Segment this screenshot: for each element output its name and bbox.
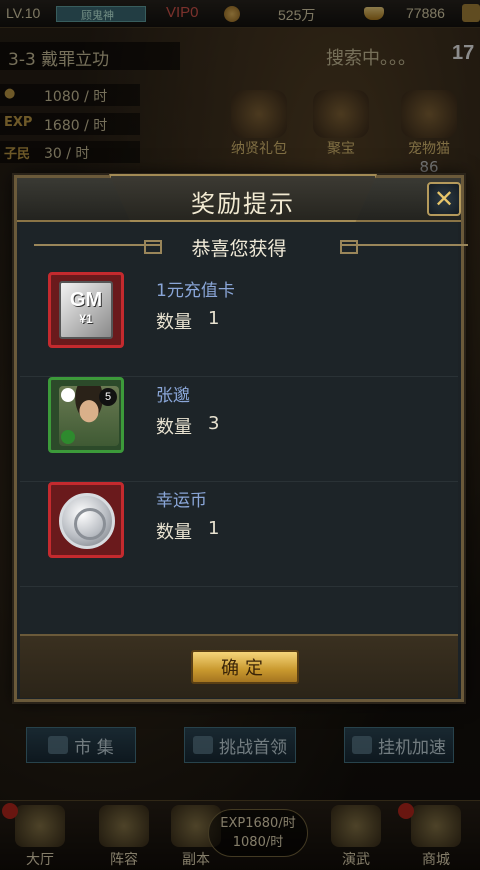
reward-name: 1元充值卡 (156, 281, 235, 301)
card-value: ¥1 (79, 312, 93, 326)
hero-star-count: 5 (99, 388, 117, 406)
header-ornament-right (340, 240, 468, 258)
reward-item: 5 张邈 数量 3 (20, 377, 458, 482)
reward-item: GM ¥1 1元充值卡 数量 1 (20, 272, 458, 377)
faction-icon (61, 430, 75, 444)
dialog-footer: 确定 (20, 634, 458, 698)
dialog-title: 奖励提示 (191, 190, 295, 218)
reward-qty-label: 数量 (156, 417, 192, 438)
reward-qty-label: 数量 (156, 522, 192, 543)
reward-name: 张邈 (156, 386, 190, 406)
reward-dialog: 奖励提示 ✕ 恭喜您获得 GM ¥1 1元充值卡 数量 1 5 张邈 数量 3 … (14, 174, 468, 702)
reward-list: GM ¥1 1元充值卡 数量 1 5 张邈 数量 3 幸运币 数量 1 (20, 272, 458, 587)
hero-portrait-icon: 5 (59, 386, 119, 446)
lucky-coin-icon (59, 493, 115, 549)
reward-qty: 3 (208, 413, 220, 434)
gm-card-icon: GM ¥1 (59, 281, 113, 339)
dialog-body: 恭喜您获得 GM ¥1 1元充值卡 数量 1 5 张邈 数量 3 幸运币 数量 … (20, 222, 468, 634)
reward-icon-frame[interactable] (48, 482, 124, 558)
reward-qty-label: 数量 (156, 312, 192, 333)
reward-icon-frame[interactable]: GM ¥1 (48, 272, 124, 348)
confirm-button[interactable]: 确定 (191, 650, 299, 684)
reward-item: 幸运币 数量 1 (20, 482, 458, 587)
dialog-titlebar: 奖励提示 ✕ (17, 174, 461, 222)
reward-icon-frame[interactable]: 5 (48, 377, 124, 453)
reward-qty: 1 (208, 308, 220, 329)
flower-icon (61, 388, 75, 402)
card-text: GM (69, 289, 103, 311)
reward-name: 幸运币 (156, 491, 207, 511)
close-icon: ✕ (433, 185, 455, 213)
close-button[interactable]: ✕ (427, 182, 461, 216)
reward-qty: 1 (208, 518, 220, 539)
